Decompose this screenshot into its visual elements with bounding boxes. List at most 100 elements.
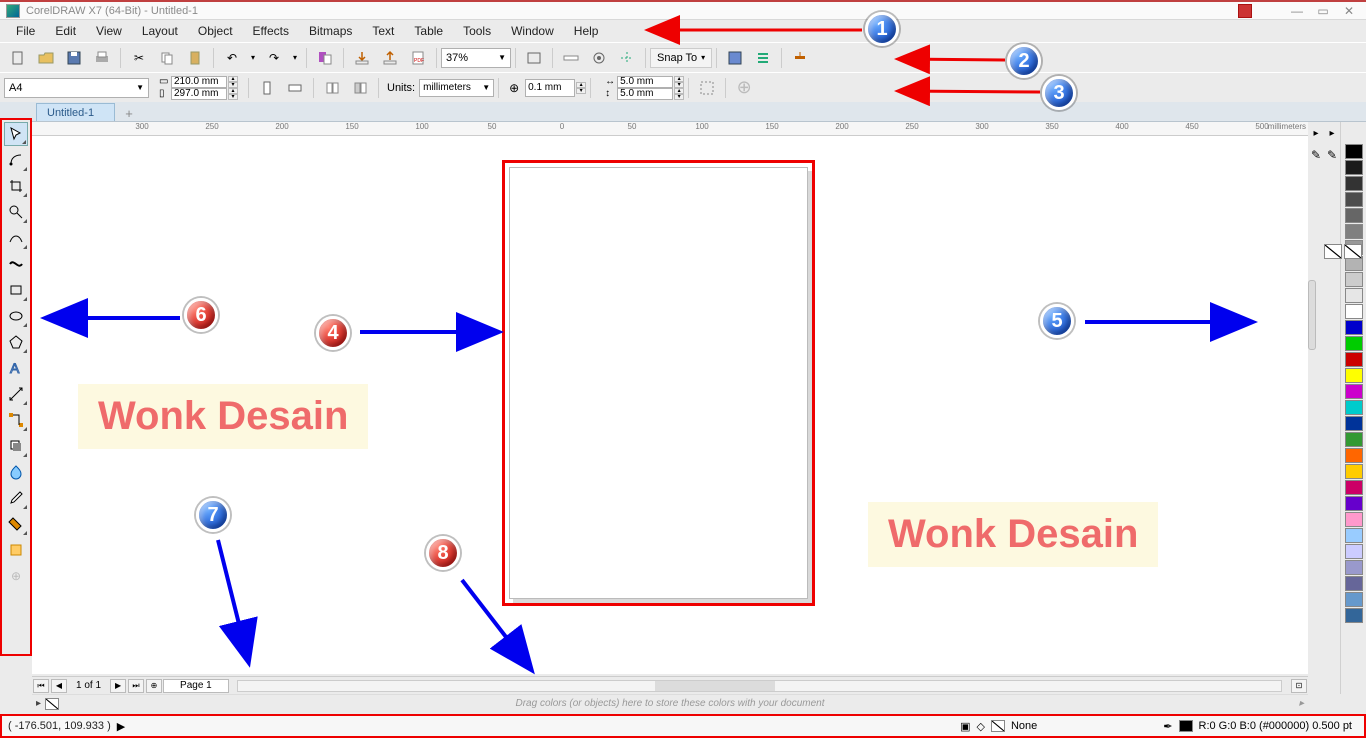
- page-height-input[interactable]: [171, 88, 227, 100]
- add-page-button[interactable]: ⊕: [146, 679, 162, 693]
- dup-y-input[interactable]: [617, 88, 673, 100]
- show-rulers-icon[interactable]: [559, 46, 583, 70]
- color-swatch[interactable]: [1345, 352, 1363, 367]
- doc-tab-untitled[interactable]: Untitled-1: [36, 103, 115, 121]
- zoom-tool-icon[interactable]: [4, 200, 28, 224]
- color-swatch[interactable]: [1345, 432, 1363, 447]
- all-pages-icon[interactable]: [320, 76, 344, 100]
- eyedropper-tool-icon[interactable]: [4, 486, 28, 510]
- color-swatch[interactable]: [1345, 368, 1363, 383]
- minimize-button[interactable]: —: [1286, 4, 1308, 18]
- horizontal-ruler[interactable]: millimeters 3002502001501005005010015020…: [32, 122, 1308, 136]
- dupx-spinner[interactable]: ▴▾: [674, 76, 684, 88]
- no-color-swatch[interactable]: [1340, 244, 1342, 259]
- show-grid-icon[interactable]: [587, 46, 611, 70]
- color-swatch[interactable]: [1345, 592, 1363, 607]
- new-tab-button[interactable]: +: [119, 105, 139, 121]
- interactive-fill-icon[interactable]: [4, 512, 28, 536]
- color-swatch[interactable]: [1345, 464, 1363, 479]
- publish-pdf-icon[interactable]: PDF: [406, 46, 430, 70]
- no-color-swatch-2[interactable]: [1344, 244, 1362, 259]
- menu-object[interactable]: Object: [188, 22, 243, 40]
- color-swatch[interactable]: [1345, 288, 1363, 303]
- text-tool-icon[interactable]: A: [4, 356, 28, 380]
- height-spinner[interactable]: ▴▾: [228, 88, 238, 100]
- smart-fill-icon[interactable]: [4, 538, 28, 562]
- color-swatch[interactable]: [1345, 448, 1363, 463]
- page-tab[interactable]: Page 1: [163, 679, 229, 693]
- width-spinner[interactable]: ▴▾: [228, 76, 238, 88]
- menu-text[interactable]: Text: [362, 22, 404, 40]
- menu-file[interactable]: File: [6, 22, 45, 40]
- pick-tool-icon[interactable]: [4, 122, 28, 146]
- undo-dropdown-icon[interactable]: ▾: [248, 46, 258, 70]
- vertical-scrollbar[interactable]: [1308, 280, 1316, 350]
- color-swatch[interactable]: [1345, 320, 1363, 335]
- dup-x-input[interactable]: [617, 76, 673, 88]
- fill-swatch-none[interactable]: [991, 720, 1005, 732]
- freehand-tool-icon[interactable]: [4, 226, 28, 250]
- color-swatch[interactable]: [1345, 384, 1363, 399]
- menu-table[interactable]: Table: [404, 22, 453, 40]
- outline-swatch[interactable]: [1179, 720, 1193, 732]
- menu-window[interactable]: Window: [501, 22, 564, 40]
- color-swatch[interactable]: [1345, 544, 1363, 559]
- page-width-input[interactable]: [171, 76, 227, 88]
- color-swatch[interactable]: [1345, 576, 1363, 591]
- polygon-tool-icon[interactable]: [4, 330, 28, 354]
- save-icon[interactable]: [62, 46, 86, 70]
- launch-icon[interactable]: [788, 46, 812, 70]
- horizontal-scrollbar[interactable]: [237, 680, 1282, 692]
- color-swatch[interactable]: [1345, 208, 1363, 223]
- color-swatch[interactable]: [1345, 304, 1363, 319]
- menu-effects[interactable]: Effects: [243, 22, 299, 40]
- color-swatch[interactable]: [1345, 560, 1363, 575]
- paper-size-combo[interactable]: A4▼: [4, 78, 149, 98]
- export-icon[interactable]: [378, 46, 402, 70]
- cut-icon[interactable]: ✂: [127, 46, 151, 70]
- play-indicator-icon[interactable]: ▶: [117, 720, 125, 733]
- color-swatch[interactable]: [1345, 400, 1363, 415]
- undo-icon[interactable]: ↶: [220, 46, 244, 70]
- color-swatch[interactable]: [1345, 224, 1363, 239]
- color-swatch[interactable]: [1345, 512, 1363, 527]
- color-swatch[interactable]: [1345, 192, 1363, 207]
- docpal-no-color-icon[interactable]: [45, 698, 59, 710]
- ellipse-tool-icon[interactable]: [4, 304, 28, 328]
- connector-tool-icon[interactable]: [4, 408, 28, 432]
- color-swatch[interactable]: [1345, 608, 1363, 623]
- redo-dropdown-icon[interactable]: ▾: [290, 46, 300, 70]
- color-swatch[interactable]: [1345, 336, 1363, 351]
- search-content-icon[interactable]: [313, 46, 337, 70]
- account-icon[interactable]: [1238, 4, 1252, 18]
- artistic-media-icon[interactable]: [4, 252, 28, 276]
- snap-to-combo[interactable]: Snap To▾: [650, 48, 712, 68]
- maximize-button[interactable]: ▭: [1312, 4, 1334, 18]
- fullscreen-preview-icon[interactable]: [522, 46, 546, 70]
- eyedropper-docker-icon-2[interactable]: ✎: [1327, 148, 1337, 162]
- menu-layout[interactable]: Layout: [132, 22, 188, 40]
- import-icon[interactable]: [350, 46, 374, 70]
- first-page-button[interactable]: ⏮: [33, 679, 49, 693]
- current-page-icon[interactable]: [348, 76, 372, 100]
- new-doc-icon[interactable]: [6, 46, 30, 70]
- open-icon[interactable]: [34, 46, 58, 70]
- color-swatch[interactable]: [1345, 144, 1363, 159]
- quick-customize-toolbox-icon[interactable]: ⊕: [4, 564, 28, 588]
- print-icon[interactable]: [90, 46, 114, 70]
- docker-arrow-icon[interactable]: ▸: [1313, 128, 1318, 139]
- menu-help[interactable]: Help: [564, 22, 609, 40]
- show-guidelines-icon[interactable]: [615, 46, 639, 70]
- paste-icon[interactable]: [183, 46, 207, 70]
- zoom-level-combo[interactable]: 37%▼: [441, 48, 511, 68]
- crop-tool-icon[interactable]: [4, 174, 28, 198]
- color-swatch[interactable]: [1345, 416, 1363, 431]
- last-page-button[interactable]: ⏭: [128, 679, 144, 693]
- menu-tools[interactable]: Tools: [453, 22, 501, 40]
- color-swatch[interactable]: [1345, 176, 1363, 191]
- next-page-button[interactable]: ▶: [110, 679, 126, 693]
- prev-page-button[interactable]: ◀: [51, 679, 67, 693]
- rectangle-tool-icon[interactable]: [4, 278, 28, 302]
- close-button[interactable]: ✕: [1338, 4, 1360, 18]
- document-palette-bar[interactable]: ▸ Drag colors (or objects) here to store…: [32, 694, 1308, 712]
